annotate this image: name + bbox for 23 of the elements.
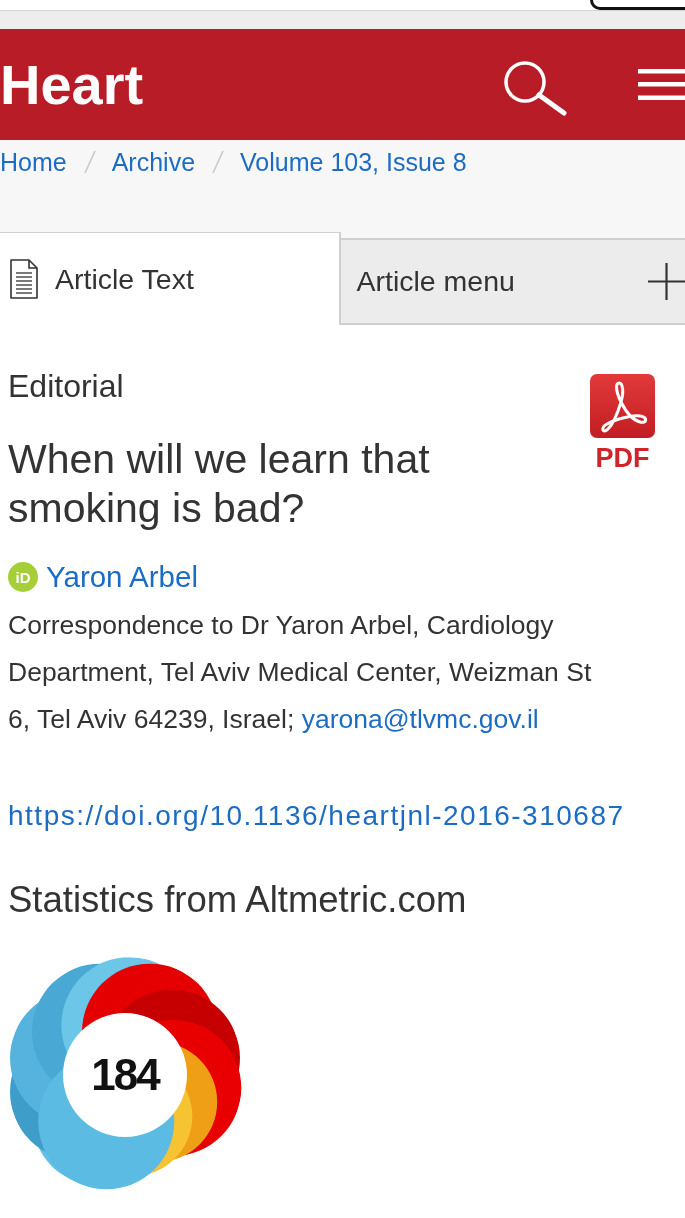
search-icon[interactable]	[503, 59, 567, 116]
document-icon	[10, 259, 38, 299]
section-heading: Statistics from Altmetric.com	[8, 878, 468, 922]
tab[interactable]: Article menu	[340, 238, 685, 325]
menu-icon[interactable]	[638, 69, 685, 100]
tab[interactable]: Article Text	[0, 232, 341, 325]
journal-logo[interactable]: Heart	[0, 52, 144, 117]
pdf-link[interactable]: PDF	[590, 374, 655, 473]
breadcrumb-link[interactable]: Archive	[111, 147, 196, 177]
pdf-icon	[590, 374, 655, 438]
email-link[interactable]: yarona@tlvmc.gov.il	[301, 703, 539, 734]
slash-icon	[211, 149, 226, 175]
article-category: Editorial	[8, 367, 125, 405]
article-title: When will we learn that smoking is bad?	[8, 434, 431, 533]
doi-link[interactable]: https://doi.org/10.1136/heartjnl-2016-310687	[8, 799, 625, 833]
breadcrumb-link[interactable]: Home	[0, 147, 67, 177]
plus-icon	[648, 263, 685, 300]
correspondence-address: Correspondence to Dr Yaron Arbel, Cardiology Department, Tel Aviv Medical Center, Weizman St 6, Tel Aviv 64239, Israel; yarona@tlvmc.gov.il	[8, 608, 593, 736]
altmetric-score: 184	[91, 1053, 159, 1097]
breadcrumb-link[interactable]: Volume 103, Issue 8	[240, 147, 467, 177]
orcid-badge: iD	[8, 562, 38, 592]
slash-icon	[82, 149, 97, 175]
author-link[interactable]: Yaron Arbel	[46, 559, 198, 595]
